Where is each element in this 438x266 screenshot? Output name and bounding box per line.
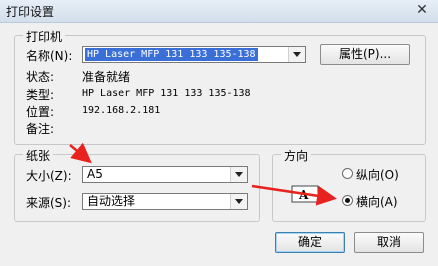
paper-source-value: 自动选择: [87, 195, 136, 208]
paper-source-select[interactable]: 自动选择: [82, 193, 248, 210]
orientation-icon-letter: A: [298, 188, 309, 202]
portrait-label[interactable]: 纵向(O): [356, 166, 399, 183]
printer-group-label: 打印机: [23, 28, 66, 45]
chevron-down-icon[interactable]: [288, 47, 305, 62]
close-icon[interactable]: ✕: [412, 1, 432, 19]
chevron-down-icon[interactable]: [230, 194, 247, 209]
dialog-title: 打印设置: [6, 5, 55, 19]
paper-size-label: 大小(Z):: [26, 169, 72, 183]
printer-name-value: HP Laser MFP 131 133 135-138: [85, 48, 258, 61]
landscape-radio[interactable]: [342, 195, 353, 206]
properties-button[interactable]: 属性(P)...: [320, 44, 410, 65]
paper-source-label: 来源(S):: [26, 196, 72, 210]
paper-size-value: A5: [87, 168, 103, 181]
location-value: 192.168.2.181: [82, 105, 161, 116]
comment-label: 备注:: [26, 122, 55, 136]
printer-name-select[interactable]: HP Laser MFP 131 133 135-138: [82, 46, 306, 63]
portrait-radio[interactable]: [342, 168, 353, 179]
status-value: 准备就绪: [82, 70, 131, 84]
print-setup-dialog: 打印设置 ✕ 打印机 名称(N): HP Laser MFP 131 133 1…: [0, 0, 438, 266]
cancel-button[interactable]: 取消: [354, 232, 424, 253]
landscape-label[interactable]: 横向(A): [356, 193, 398, 210]
orientation-group-label: 方向: [281, 147, 312, 164]
printer-name-label: 名称(N):: [26, 49, 73, 63]
location-label: 位置:: [26, 105, 55, 119]
paper-size-select[interactable]: A5: [82, 166, 248, 183]
ok-button[interactable]: 确定: [275, 232, 345, 253]
chevron-down-icon[interactable]: [230, 167, 247, 182]
paper-group: 纸张: [14, 147, 260, 222]
type-value: HP Laser MFP 131 133 135-138: [82, 88, 251, 99]
paper-group-label: 纸张: [23, 147, 54, 164]
title-bar: 打印设置 ✕: [0, 0, 438, 23]
status-label: 状态:: [26, 70, 55, 84]
landscape-page-icon: A: [291, 185, 319, 203]
type-label: 类型:: [26, 88, 55, 102]
